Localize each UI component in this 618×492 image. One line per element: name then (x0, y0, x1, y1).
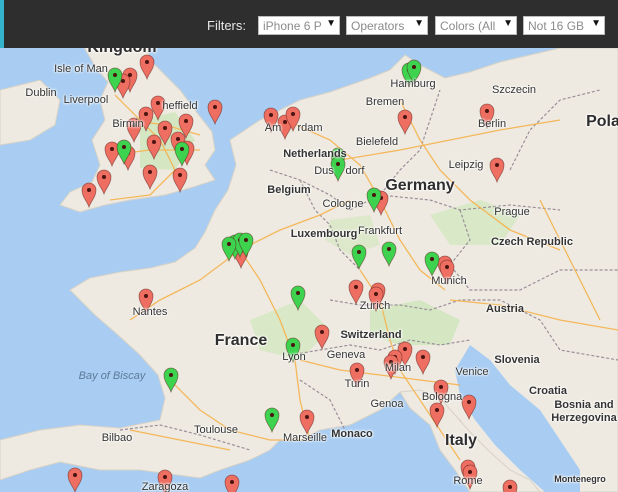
map-label: Montenegro (554, 474, 606, 484)
map-label: Liverpool (63, 94, 109, 106)
map-label: Zaragoza (141, 481, 189, 492)
map-label: Zurich (359, 300, 391, 312)
map-label: Am (264, 122, 282, 134)
map-label: Bosnia and (554, 399, 614, 411)
map-label: Croatia (529, 385, 567, 397)
map-label: Switzerland (340, 329, 402, 341)
colors-filter-value: Colors (All (440, 19, 496, 33)
operators-filter-value: Operators (351, 19, 405, 33)
map-marker-red[interactable] (224, 474, 240, 492)
map-label: Frankfurt (357, 225, 403, 237)
map-label: France (214, 332, 268, 349)
map-label: rdam (297, 122, 323, 134)
storage-filter-value: Not 16 GB (528, 19, 585, 33)
map-label: dorf (345, 165, 365, 177)
map-label: Marseille (282, 432, 328, 444)
map-label: Berlin (477, 118, 507, 130)
map-label: Birmin (112, 118, 144, 130)
map-label: Herzegovina (551, 412, 617, 424)
map-label: Belgium (267, 184, 311, 196)
map-label: Leipzig (448, 159, 484, 171)
map-label: Bremen (365, 96, 405, 108)
map-label: Genoa (370, 398, 404, 410)
phone-model-filter-value: iPhone 6 P (263, 19, 322, 33)
map-label: Netherlands (283, 148, 347, 160)
map-label: Germany (385, 177, 455, 194)
colors-filter[interactable]: Colors (All ▼ (435, 16, 517, 35)
map-label: Hamburg (390, 78, 436, 90)
map-label: Turin (344, 378, 370, 390)
storage-filter[interactable]: Not 16 GB ▼ (523, 16, 605, 35)
map-label: Geneva (326, 349, 366, 361)
map-label: Monaco (331, 428, 373, 440)
map-label: Bay of Biscay (78, 370, 146, 382)
map-label: Toulouse (193, 424, 239, 436)
map-label: Cologne (322, 198, 364, 210)
filter-toolbar: Filters: iPhone 6 P ▼ Operators ▼ Colors… (0, 0, 618, 48)
map-app: { "toolbar": { "filters_label": "Filters… (0, 0, 618, 492)
chevron-down-icon: ▼ (414, 18, 424, 29)
map-label: Bilbao (101, 432, 133, 444)
map-label: heffield (162, 100, 198, 112)
map-label: Nantes (132, 306, 168, 318)
map-label: Prague (494, 206, 530, 218)
map-label: Munich (431, 275, 467, 287)
operators-filter[interactable]: Operators ▼ (346, 16, 428, 35)
chevron-down-icon: ▼ (503, 18, 513, 29)
map-label: Czech Republic (491, 236, 573, 248)
chevron-down-icon: ▼ (591, 18, 601, 29)
map-label: Dus (314, 165, 334, 177)
map-label: Rome (453, 475, 483, 487)
map-label: Slovenia (494, 354, 540, 366)
map-label: Lyon (282, 351, 306, 363)
map-label: Bologna (421, 391, 463, 403)
map-label: Bielefeld (355, 136, 399, 148)
chevron-down-icon: ▼ (326, 18, 336, 29)
map-label: Luxembourg (290, 228, 358, 240)
map-label: Isle of Man (54, 63, 108, 75)
map-label: Dublin (25, 87, 57, 99)
map-label: Austria (486, 303, 524, 315)
map-label: Milan (384, 362, 412, 374)
map-label: Szczecin (491, 84, 537, 96)
map-label: Venice (455, 366, 489, 378)
map-marker-red[interactable] (502, 479, 518, 492)
phone-model-filter[interactable]: iPhone 6 P ▼ (258, 16, 340, 35)
map-label: Pola (586, 113, 618, 130)
filters-label: Filters: (207, 18, 246, 33)
map-label: Italy (444, 432, 478, 449)
